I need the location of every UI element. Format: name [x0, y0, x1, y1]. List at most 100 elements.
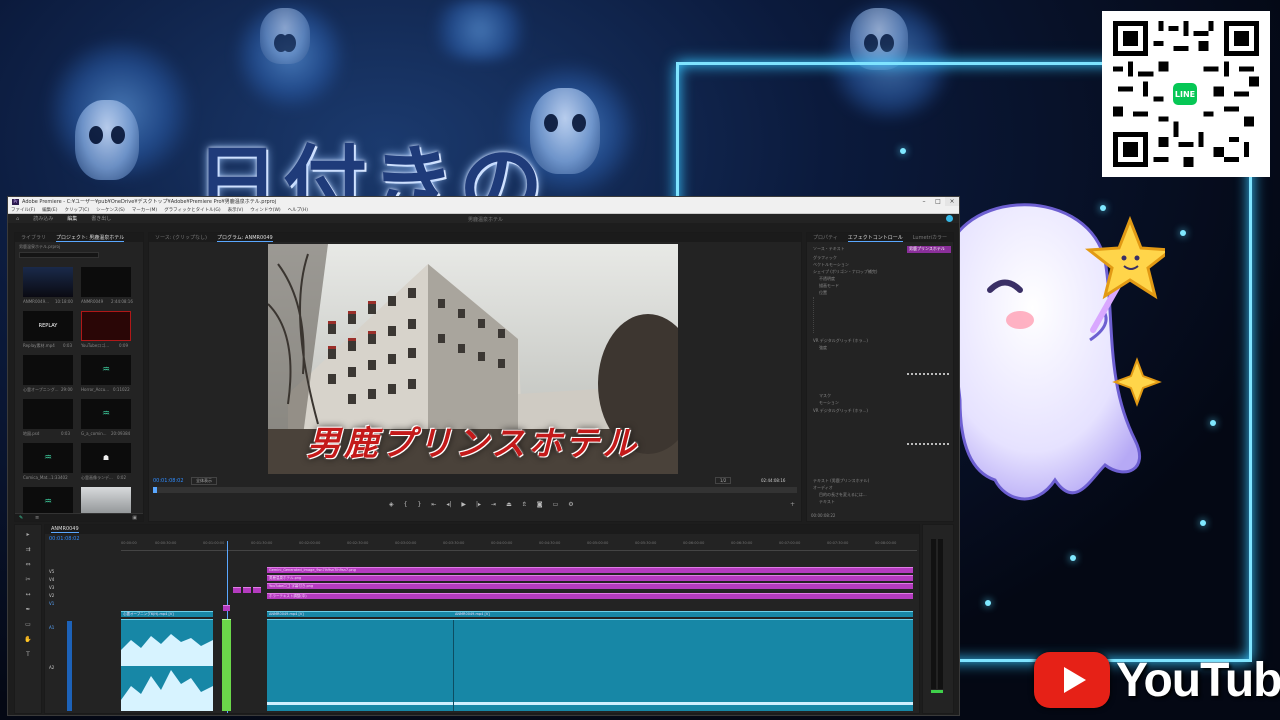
- keyframe-track[interactable]: [907, 443, 949, 445]
- clip-v5[interactable]: Gemini_Generated_Image_9sn7lh9sn7lh9sn7.…: [267, 567, 913, 573]
- track-label-a2[interactable]: A2: [49, 665, 54, 670]
- audio-target-bar[interactable]: [67, 621, 72, 711]
- razor-tool-icon[interactable]: ✂: [25, 576, 30, 583]
- sequence-tab[interactable]: ANMR0049: [51, 526, 79, 533]
- tab-lumetri[interactable]: Lumetriカラー: [913, 234, 947, 241]
- clip-v3[interactable]: YouTubeロゴ 字幕付き.png: [267, 583, 913, 589]
- list-view-icon[interactable]: ≡: [35, 515, 39, 521]
- tab-program[interactable]: プログラム: ANMR0049: [216, 234, 273, 242]
- track-label-a1[interactable]: A1: [49, 625, 54, 630]
- clip-v1-a[interactable]: 心霊オープニング6(H).mp4 [V]: [121, 611, 213, 617]
- menu-marker[interactable]: マーカー(M): [132, 207, 157, 213]
- menu-edit[interactable]: 編集(E): [42, 207, 57, 213]
- track-label-v5[interactable]: V5: [49, 569, 119, 577]
- slip-tool-icon[interactable]: ↔: [25, 591, 30, 598]
- tab-import[interactable]: 読み込み: [33, 215, 53, 222]
- quality-dropdown[interactable]: 1/2: [715, 477, 732, 484]
- tab-effect-controls[interactable]: エフェクトコントロール: [847, 234, 903, 242]
- time-ruler[interactable]: 00:00:00 00:00:30:00 00:01:00:00 00:01:3…: [121, 541, 917, 551]
- menu-graphics[interactable]: グラフィックとタイトル(G): [164, 207, 220, 213]
- selection-tool-icon[interactable]: ▸: [26, 531, 29, 538]
- media-thumbnail[interactable]: [23, 267, 73, 297]
- effect-row[interactable]: シェイプ (ポリゴン・ナロップ補完): [813, 269, 877, 275]
- effect-row[interactable]: ソース・テキスト: [813, 246, 845, 252]
- keyframe-track[interactable]: [907, 373, 949, 375]
- audio-clip-main[interactable]: [267, 619, 913, 711]
- new-item-icon[interactable]: ▣: [132, 515, 137, 521]
- close-icon[interactable]: ×: [945, 197, 959, 206]
- audio-thumbnail[interactable]: ♒: [81, 399, 131, 429]
- menu-help[interactable]: ヘルプ(H): [288, 207, 308, 213]
- effect-row[interactable]: 目的の長さを変えるには...: [819, 492, 867, 498]
- media-thumbnail[interactable]: REPLAY: [23, 311, 73, 341]
- extract-icon[interactable]: ⇯: [522, 501, 527, 508]
- track-label-v3[interactable]: V3: [49, 585, 119, 593]
- tab-export[interactable]: 書き出し: [91, 215, 111, 222]
- fit-dropdown[interactable]: 全体表示: [191, 477, 217, 485]
- audio-clip-a1[interactable]: [121, 619, 213, 711]
- tab-properties[interactable]: プロパティ: [813, 234, 838, 241]
- audio-clip-sfx[interactable]: [222, 619, 231, 711]
- type-tool-icon[interactable]: T: [26, 651, 30, 658]
- track-label-v1[interactable]: V1: [49, 601, 119, 609]
- step-forward-icon[interactable]: |▸: [476, 501, 481, 508]
- play-icon[interactable]: ▶: [461, 501, 466, 508]
- clip-v1-b[interactable]: ANMR0049.mp4 [V]: [267, 611, 453, 617]
- go-to-in-icon[interactable]: ⇤: [431, 501, 436, 508]
- effect-row[interactable]: VR デジタルグリッチ (ホラ...): [813, 338, 868, 344]
- mark-out-icon[interactable]: }: [417, 501, 421, 508]
- menu-window[interactable]: ウィンドウ(W): [250, 207, 280, 213]
- clip-v2[interactable]: ホラーテキスト調整(中): [267, 593, 913, 599]
- menu-sequence[interactable]: シーケンス(S): [96, 207, 125, 213]
- menu-view[interactable]: 表示(V): [228, 207, 244, 213]
- media-thumbnail[interactable]: [23, 399, 73, 429]
- media-thumbnail[interactable]: [81, 267, 131, 297]
- effect-row[interactable]: VR デジタルグリッチ (ホラ...): [813, 408, 868, 414]
- minimize-icon[interactable]: –: [917, 197, 931, 206]
- tab-libraries[interactable]: ライブラリ: [21, 234, 46, 241]
- tab-edit[interactable]: 編集: [67, 215, 77, 222]
- menu-clip[interactable]: クリップ(C): [64, 207, 89, 213]
- step-back-icon[interactable]: ◂|: [446, 501, 451, 508]
- track-label-v4[interactable]: V4: [49, 577, 119, 585]
- account-avatar[interactable]: [946, 215, 953, 222]
- audio-thumbnail[interactable]: ♒: [23, 443, 73, 473]
- effect-row[interactable]: テキスト (男鹿プリンスホテル): [813, 478, 869, 484]
- add-button-icon[interactable]: +: [790, 501, 795, 508]
- go-to-out-icon[interactable]: ⇥: [491, 501, 496, 508]
- project-search-input[interactable]: [19, 252, 99, 258]
- vr-icon[interactable]: ▭: [553, 501, 559, 508]
- clip-v1-c[interactable]: ANMR0049.mp4 [V]: [453, 611, 913, 617]
- effect-row[interactable]: 描画モード: [819, 283, 839, 289]
- effect-row[interactable]: オーディオ: [813, 485, 833, 491]
- track-label-v2[interactable]: V2: [49, 593, 119, 601]
- tab-project[interactable]: プロジェクト: 男鹿温泉ホテル: [56, 234, 125, 242]
- program-timecode[interactable]: 00:01:08:02: [153, 478, 184, 484]
- tab-source[interactable]: ソース: (クリップなし): [155, 234, 207, 241]
- effect-row[interactable]: マスク: [819, 393, 831, 399]
- clip-small[interactable]: [253, 587, 261, 593]
- program-scrub-bar[interactable]: [153, 487, 797, 493]
- clip-small[interactable]: [233, 587, 241, 593]
- clip-small[interactable]: [223, 605, 230, 611]
- effect-row[interactable]: 強度: [819, 345, 827, 351]
- effect-row[interactable]: テキスト: [819, 499, 835, 505]
- ripple-edit-icon[interactable]: ⇔: [25, 561, 30, 568]
- mark-in-icon[interactable]: {: [404, 501, 408, 508]
- home-icon[interactable]: ⌂: [16, 216, 19, 222]
- effect-row[interactable]: グラフィック: [813, 255, 837, 261]
- hand-tool-icon[interactable]: ✋: [24, 636, 31, 643]
- track-select-icon[interactable]: ⇉: [25, 546, 30, 553]
- maximize-icon[interactable]: □: [931, 197, 945, 206]
- media-thumbnail[interactable]: [23, 355, 73, 385]
- effect-row[interactable]: ベクトルモーション: [813, 262, 849, 268]
- effect-row[interactable]: モーション: [819, 400, 839, 406]
- media-thumbnail[interactable]: [81, 311, 131, 341]
- rectangle-tool-icon[interactable]: ▭: [25, 621, 31, 628]
- effect-row[interactable]: 位置: [819, 290, 827, 296]
- pencil-icon[interactable]: ✎: [19, 515, 23, 521]
- program-video-frame[interactable]: 男鹿プリンスホテル: [268, 244, 678, 474]
- playhead-marker[interactable]: [153, 487, 157, 493]
- pen-tool-icon[interactable]: ✒: [25, 606, 30, 613]
- marker-icon[interactable]: ◈: [389, 501, 394, 508]
